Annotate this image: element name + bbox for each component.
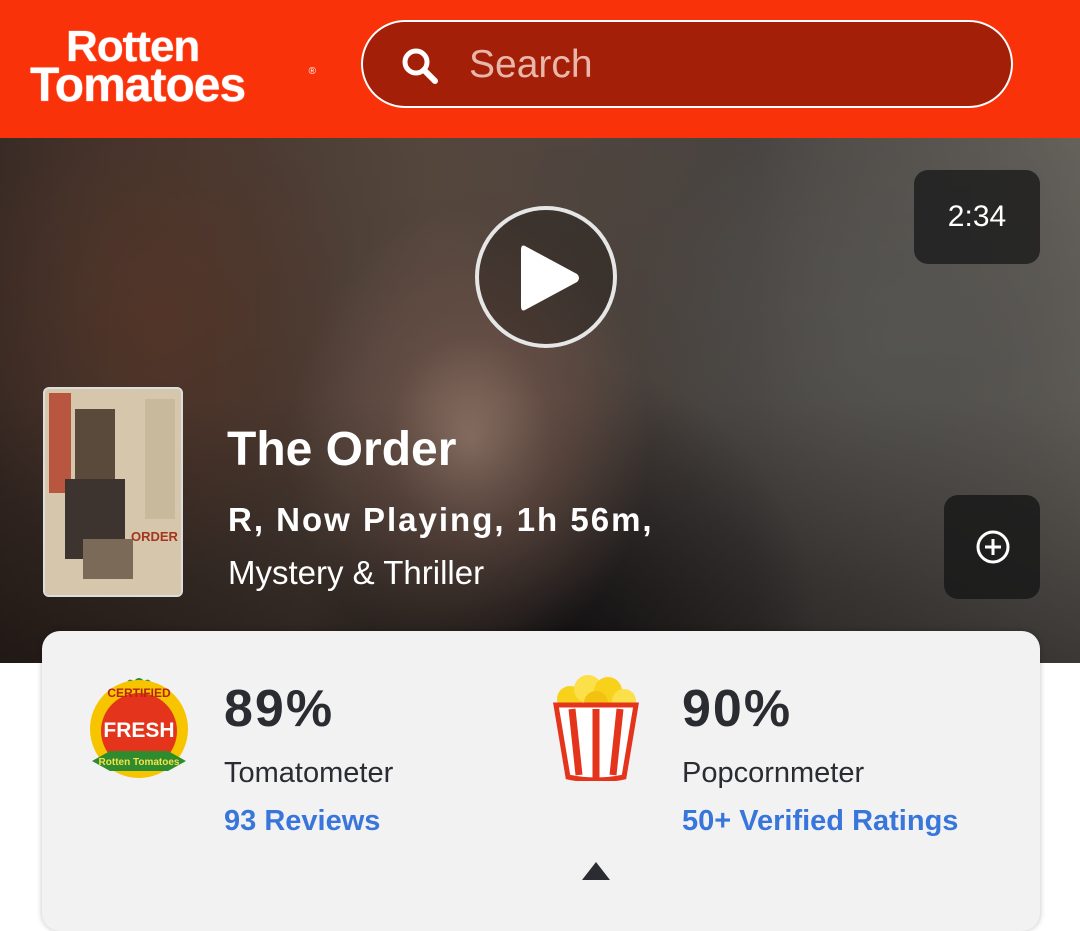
search-input[interactable] <box>467 36 991 94</box>
popcornmeter-label: Popcornmeter <box>682 757 865 789</box>
tomatometer-label: Tomatometer <box>224 757 394 789</box>
play-trailer-button[interactable] <box>475 206 617 348</box>
site-header: Rotten Tomatoes ® <box>0 0 1080 138</box>
trailer-duration: 2:34 <box>914 170 1040 264</box>
tomatometer-score: 89% <box>224 680 335 738</box>
badge-main-text: FRESH <box>103 719 174 742</box>
scores-card: CERTIFIED FRESH Rotten Tomatoes 89% Toma… <box>42 631 1040 931</box>
tomatometer-reviews-link[interactable]: 93 Reviews <box>224 805 380 838</box>
movie-poster[interactable]: ORDER <box>43 387 183 597</box>
logo-line-tomatoes: Tomatoes <box>30 59 246 112</box>
poster-title-text: ORDER <box>131 529 178 544</box>
popcorn-icon <box>553 675 639 781</box>
movie-genre: Mystery & Thriller <box>228 554 485 591</box>
search-icon[interactable] <box>401 47 439 85</box>
rotten-tomatoes-logo[interactable]: Rotten Tomatoes ® <box>30 22 320 112</box>
search-bar[interactable] <box>361 20 1013 108</box>
certified-fresh-icon: CERTIFIED FRESH Rotten Tomatoes <box>90 678 188 778</box>
registered-mark: ® <box>308 66 316 77</box>
badge-top-text: CERTIFIED <box>107 686 171 700</box>
poster-art <box>45 389 181 595</box>
popcornmeter-score: 90% <box>682 680 793 738</box>
popcornmeter-ratings-link[interactable]: 50+ Verified Ratings <box>682 805 958 838</box>
add-to-watchlist-button[interactable] <box>944 495 1040 599</box>
movie-title: The Order <box>227 423 457 476</box>
movie-meta: R, Now Playing, 1h 56m, <box>228 501 654 538</box>
badge-brand-text: Rotten Tomatoes <box>99 757 180 768</box>
plus-circle-icon <box>976 530 1010 564</box>
expand-caret-icon[interactable] <box>582 862 610 880</box>
hero-trailer[interactable]: 2:34 ORDER The Order R, Now Playing, 1h … <box>0 138 1080 663</box>
play-icon <box>521 245 579 311</box>
